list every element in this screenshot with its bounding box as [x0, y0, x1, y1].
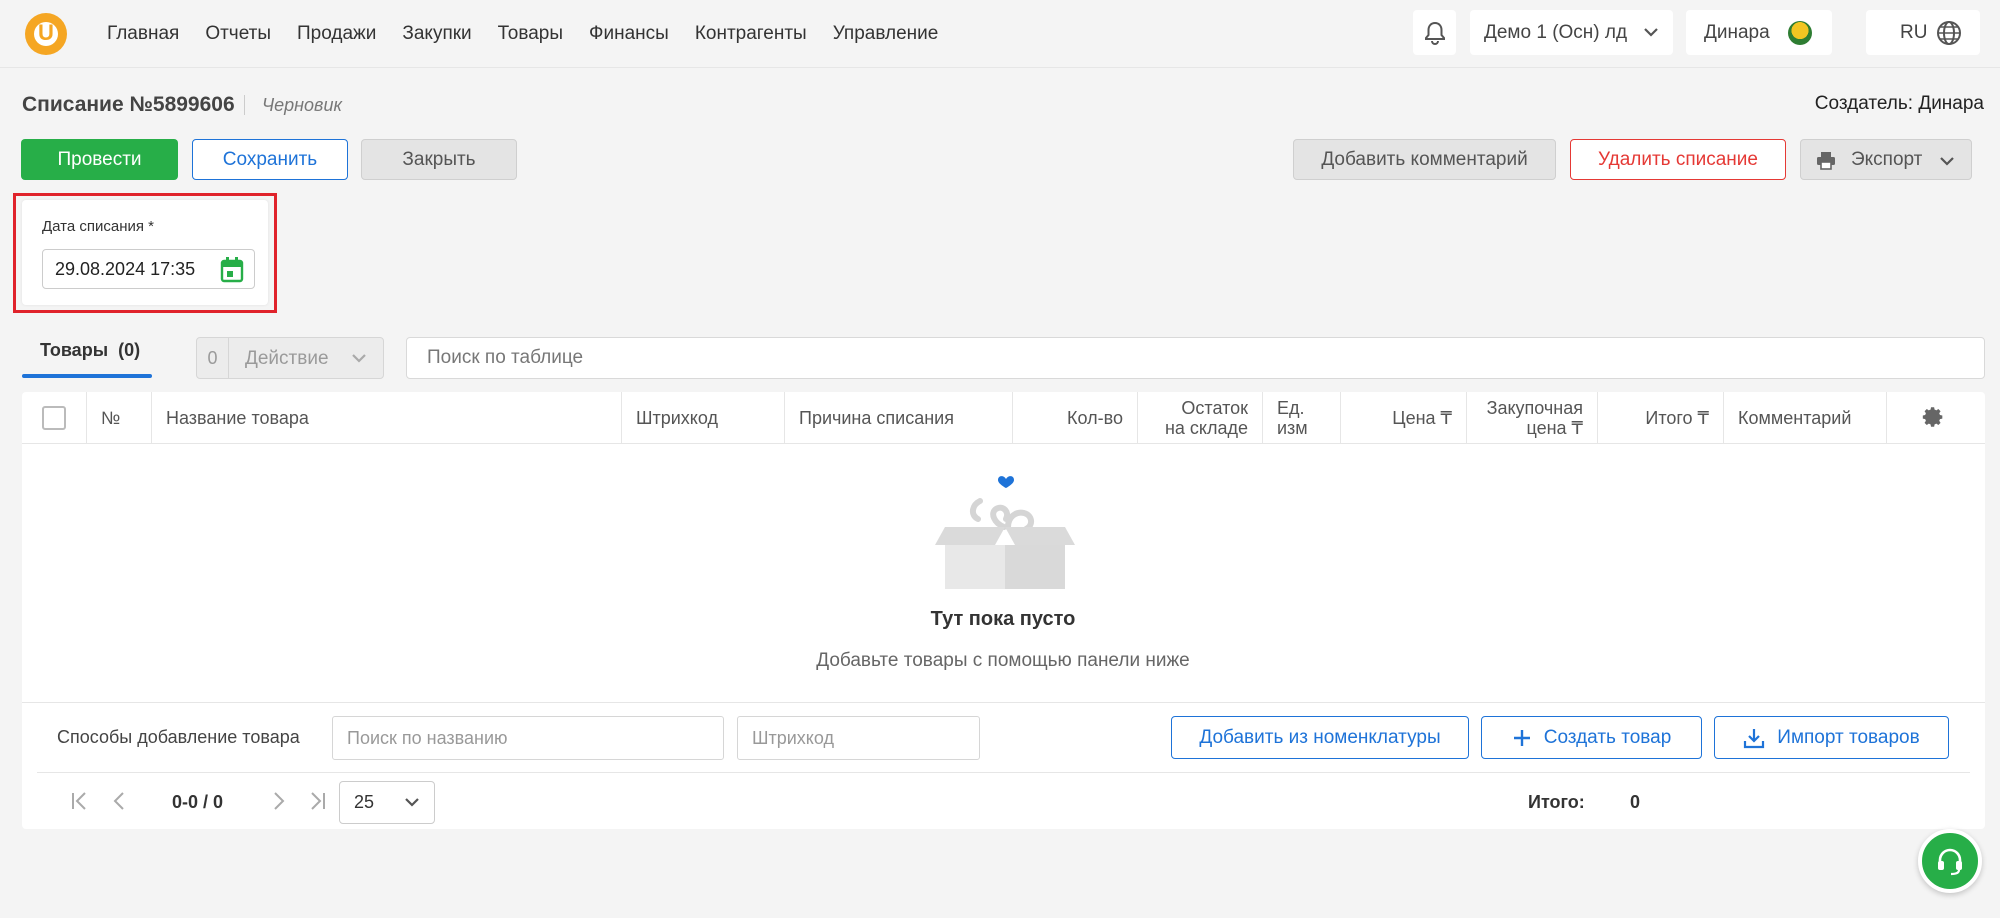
tab-goods-count: (0)	[118, 340, 141, 360]
page-title: Списание №5899606	[22, 93, 235, 116]
notifications-button[interactable]	[1413, 10, 1456, 55]
column-purchase-line1: Закупочная	[1486, 398, 1583, 418]
chevron-down-icon	[405, 798, 419, 807]
gear-icon[interactable]	[1922, 406, 1946, 430]
select-all-checkbox[interactable]	[42, 406, 66, 430]
creator-label: Создатель: Динара	[1814, 93, 1984, 114]
last-page-icon[interactable]	[308, 790, 328, 812]
column-stock[interactable]: Остаток на складе	[1138, 392, 1263, 444]
column-price[interactable]: Цена ₸	[1341, 392, 1467, 444]
nav-item-home[interactable]: Главная	[107, 23, 179, 45]
top-bar: U Главная Отчеты Продажи Закупки Товары …	[0, 0, 2000, 68]
user-name: Динара	[1704, 21, 1770, 43]
nav-item-purchases[interactable]: Закупки	[402, 23, 471, 45]
support-chat-button[interactable]	[1918, 829, 1982, 893]
divider	[22, 702, 1985, 703]
printer-icon	[1817, 152, 1835, 170]
date-label: Дата списания *	[42, 218, 155, 235]
export-button[interactable]: Экспорт	[1800, 139, 1972, 180]
create-product-label: Создать товар	[1543, 726, 1672, 748]
calendar-icon[interactable]	[220, 257, 244, 283]
per-page-value: 25	[354, 792, 375, 812]
first-page-icon[interactable]	[69, 790, 89, 812]
column-purchase-line2: цена ₸	[1526, 418, 1583, 438]
user-menu[interactable]: Динара	[1686, 10, 1832, 55]
add-from-nomenclature-button[interactable]: Добавить из номенклатуры	[1171, 716, 1469, 759]
date-card: Дата списания * 29.08.2024 17:35	[22, 200, 268, 305]
status-badge: Черновик	[262, 95, 342, 115]
page-range: 0-0 / 0	[172, 792, 224, 812]
column-purchase-price[interactable]: Закупочная цена ₸	[1467, 392, 1598, 444]
chevron-down-icon	[352, 354, 366, 363]
create-product-button[interactable]: Создать товар	[1481, 716, 1702, 759]
divider	[37, 772, 1970, 773]
column-name[interactable]: Название товара	[152, 392, 622, 444]
nav-item-finance[interactable]: Финансы	[589, 23, 669, 45]
column-stock-line1: Остаток	[1181, 398, 1248, 418]
barcode-input[interactable]: Штрихкод	[737, 716, 980, 760]
add-from-nomenclature-label: Добавить из номенклатуры	[1199, 726, 1441, 748]
chevron-down-icon	[1644, 28, 1658, 37]
bell-icon	[1424, 21, 1445, 45]
column-unit-line2: изм	[1277, 418, 1308, 438]
import-products-button[interactable]: Импорт товаров	[1714, 716, 1949, 759]
per-page-select[interactable]: 25	[339, 781, 435, 824]
nav-item-reports[interactable]: Отчеты	[205, 23, 271, 45]
total-value: 0	[1630, 792, 1641, 812]
bulk-action-select[interactable]: 0 Действие	[196, 337, 384, 379]
next-page-icon[interactable]	[269, 790, 289, 812]
nav-item-counterparties[interactable]: Контрагенты	[695, 23, 807, 45]
plus-icon	[1513, 729, 1530, 746]
column-stock-line2: на складе	[1164, 418, 1248, 438]
import-products-label: Импорт товаров	[1777, 726, 1920, 748]
column-unit-line1: Ед.	[1277, 398, 1305, 418]
tab-goods[interactable]: Товары (0)	[22, 338, 152, 378]
logo-letter: U	[38, 20, 54, 45]
title-divider	[244, 95, 245, 115]
export-label: Экспорт	[1851, 148, 1923, 170]
nav-item-sales[interactable]: Продажи	[297, 23, 376, 45]
date-value: 29.08.2024 17:35	[55, 259, 196, 279]
product-name-search-input[interactable]: Поиск по названию	[332, 716, 724, 760]
select-all-cell	[22, 392, 87, 444]
close-button[interactable]: Закрыть	[361, 139, 517, 180]
column-quantity[interactable]: Кол-во	[1013, 392, 1138, 444]
language-select[interactable]: RU	[1866, 10, 1980, 55]
prev-page-icon[interactable]	[109, 790, 129, 812]
empty-state-subtitle: Добавьте товары с помощью панели ниже	[816, 650, 1190, 671]
delete-writeoff-button[interactable]: Удалить списание	[1570, 139, 1786, 180]
column-barcode[interactable]: Штрихкод	[622, 392, 785, 444]
avatar	[1788, 21, 1812, 45]
app-logo[interactable]: U	[25, 13, 67, 55]
empty-state-title: Тут пока пусто	[930, 608, 1076, 630]
nav-item-goods[interactable]: Товары	[498, 23, 563, 45]
language-code: RU	[1900, 21, 1928, 43]
action-label: Действие	[245, 348, 329, 369]
add-comment-button[interactable]: Добавить комментарий	[1293, 139, 1556, 180]
total-label: Итого:	[1528, 792, 1585, 812]
selected-count: 0	[197, 338, 229, 378]
column-comment[interactable]: Комментарий	[1724, 392, 1887, 444]
headset-icon	[1938, 848, 1962, 876]
post-button[interactable]: Провести	[21, 139, 178, 180]
save-button[interactable]: Сохранить	[192, 139, 348, 180]
table-search-input[interactable]: Поиск по таблице	[406, 337, 1985, 379]
column-unit[interactable]: Ед. изм	[1263, 392, 1341, 444]
add-methods-label: Способы добавление товара	[57, 727, 300, 747]
column-number: №	[87, 392, 152, 444]
empty-box-illustration	[935, 476, 1075, 589]
organization-name: Демо 1 (Осн) лд	[1484, 21, 1628, 43]
main-nav: Главная Отчеты Продажи Закупки Товары Фи…	[107, 23, 938, 45]
nav-item-management[interactable]: Управление	[833, 23, 939, 45]
writeoff-date-input[interactable]: 29.08.2024 17:35	[42, 249, 255, 289]
organization-select[interactable]: Демо 1 (Осн) лд	[1470, 10, 1673, 55]
tab-goods-label: Товары	[40, 340, 109, 360]
column-reason[interactable]: Причина списания	[785, 392, 1013, 444]
download-icon	[1744, 728, 1765, 748]
column-total[interactable]: Итого ₸	[1598, 392, 1724, 444]
table-header: № Название товара Штрихкод Причина списа…	[22, 392, 1985, 444]
chevron-down-icon	[1940, 157, 1954, 166]
globe-icon	[1937, 21, 1961, 45]
